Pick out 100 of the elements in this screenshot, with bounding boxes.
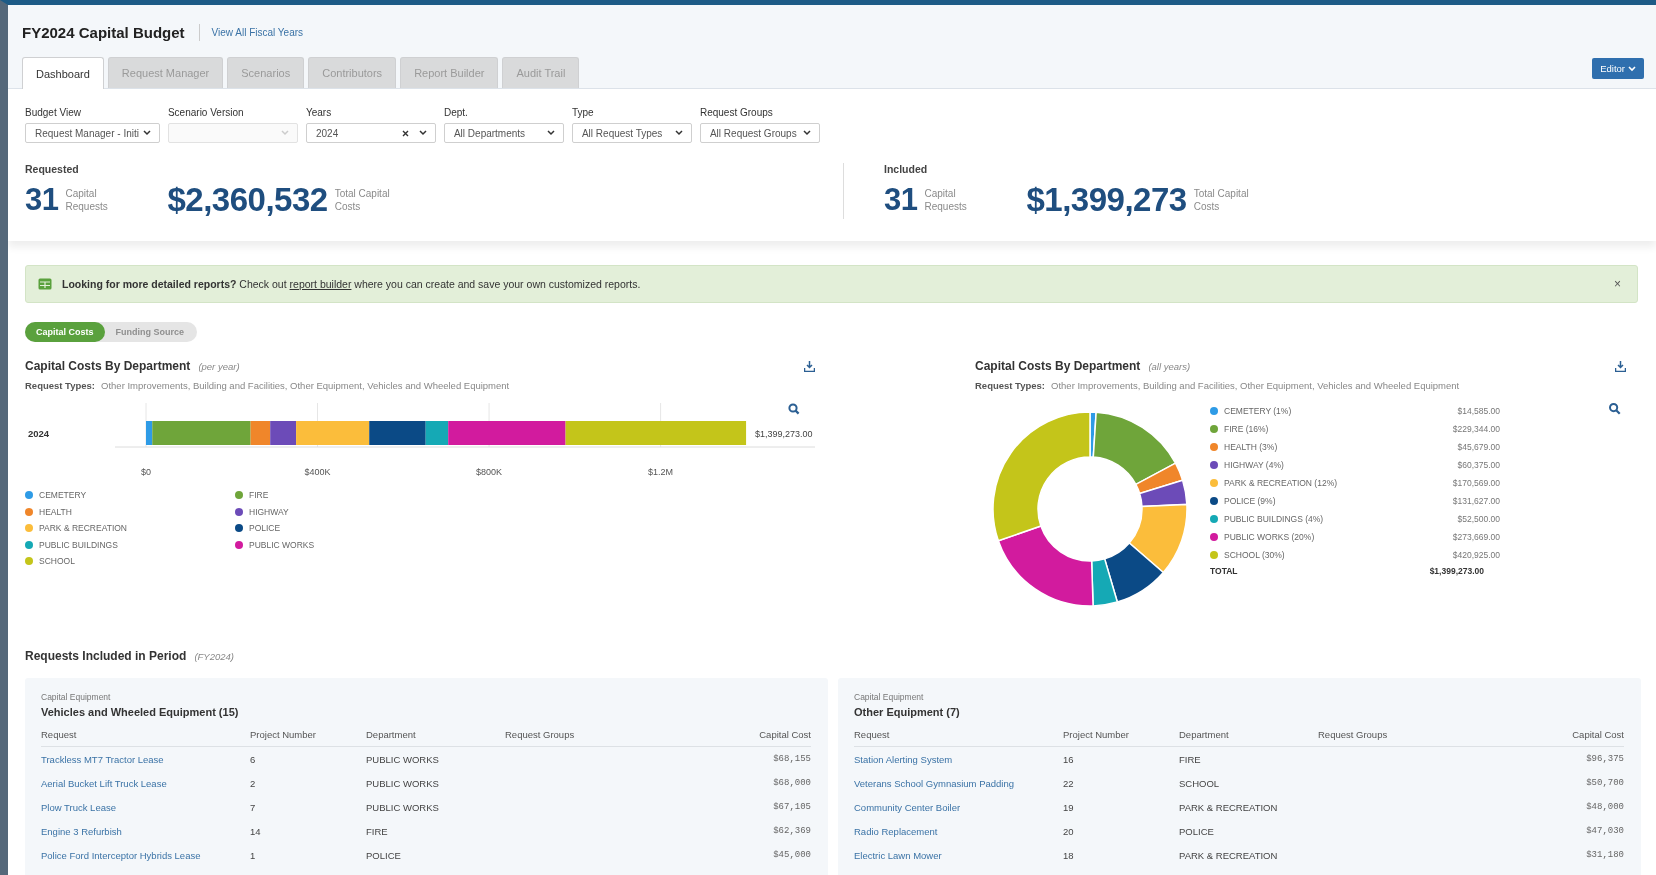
table-cell-text: $31,180 (1585, 850, 1624, 860)
download-icon[interactable] (804, 360, 815, 372)
column-header: Request (41, 728, 78, 740)
legend-label: CEMETERY (39, 490, 87, 501)
request-link[interactable]: Police Ford Interceptor Hybrids Lease (41, 849, 250, 861)
toggle-option[interactable]: Capital Costs (25, 322, 105, 342)
chart-title: Capital Costs By Department (25, 359, 191, 373)
request-link[interactable]: Electric Lawn Mower (854, 849, 1063, 861)
banner-text: Looking for more detailed reports? Check out report builder where you can create and save your own customized reports. (62, 278, 642, 290)
filter-label: Type (571, 107, 595, 118)
table-cell-text: $50,700 (1585, 778, 1624, 788)
search-icon[interactable] (788, 403, 800, 415)
legend-label: PARK & RECREATION (12%) (1224, 478, 1339, 488)
legend-label: POLICE (249, 523, 281, 534)
column-header: Capital Cost (1571, 728, 1624, 740)
types-value: Other Improvements, Building and Facilities, Other Equipment, Vehicles and Wheeled Equipment (101, 380, 510, 391)
table-category: Capital Equipment (41, 692, 112, 702)
legend-amount: $273,669.00 (1452, 532, 1500, 542)
table-cell-text: 16 (1063, 753, 1075, 765)
request-link[interactable]: Radio Replacement (854, 825, 1063, 837)
tab[interactable]: Dashboard (22, 57, 104, 89)
legend-amount: $14,585.00 (1457, 406, 1500, 416)
types-value: Other Improvements, Building and Facilities, Other Equipment, Vehicles and Wheeled Equipment (1051, 380, 1460, 391)
close-button[interactable]: × (1612, 277, 1623, 291)
table-cell-text: FIRE (366, 825, 389, 837)
table-cell-text: 2 (250, 777, 257, 789)
dropdown[interactable]: All Request Types (571, 123, 692, 143)
request-link[interactable]: Veterans School Gymnasium Padding (854, 777, 1063, 789)
tick-label: $400K (304, 467, 331, 477)
table-title: Other Equipment (7) (854, 706, 961, 718)
report-builder-link[interactable]: report builder (289, 278, 352, 290)
dropdown[interactable]: Request Manager - Initi (25, 123, 160, 143)
table-cell-text: 18 (1063, 849, 1075, 861)
table-cell-text: PUBLIC WORKS (366, 801, 440, 813)
dropdown[interactable]: 2024 (305, 123, 436, 143)
table-cell-text: POLICE (1179, 825, 1215, 837)
dropdown[interactable]: All Departments (443, 123, 564, 143)
legend-label: PUBLIC BUILDINGS (4%) (1224, 514, 1325, 524)
table-cell-text: $45,000 (772, 850, 811, 860)
chevron-icon (142, 130, 151, 136)
column-header: Project Number (1063, 728, 1130, 740)
legend-label: HIGHWAY (249, 506, 289, 517)
request-link[interactable]: Engine 3 Refurbish (41, 825, 250, 837)
table-cell-text: 20 (1063, 825, 1075, 837)
search-icon[interactable] (1609, 403, 1621, 415)
legend-label: HEALTH (3%) (1224, 442, 1279, 452)
section-qualifier: (FY2024) (194, 650, 234, 662)
chevron-icon (280, 130, 289, 136)
download-icon[interactable] (1615, 360, 1626, 372)
toggle-option[interactable]: Funding Source (104, 322, 195, 342)
table-cell-text: SCHOOL (1179, 777, 1221, 789)
table-icon (38, 278, 52, 290)
legend-amount: $60,375.00 (1457, 460, 1500, 470)
legend-label: SCHOOL (39, 556, 75, 567)
column-header: Department (1179, 728, 1230, 740)
filter-label: Years (305, 107, 333, 118)
request-count: 31 (884, 182, 918, 218)
request-link[interactable]: Community Center Boiler (854, 801, 1063, 813)
legend-label: SCHOOL (30%) (1224, 550, 1286, 560)
page-title: FY2024 Capital Budget (22, 23, 200, 41)
filter-label: Request Groups (699, 107, 774, 118)
column-header: Project Number (250, 728, 317, 740)
stat-heading: Requested (25, 163, 80, 175)
chevron-icon (1628, 65, 1636, 72)
chart-qualifier: (per year) (198, 360, 240, 372)
section-title: Requests Included in Period (25, 649, 187, 663)
table-cell-text: $96,375 (1585, 754, 1624, 764)
chevron-icon (546, 130, 555, 136)
table-cell-text: 22 (1063, 777, 1075, 789)
request-link[interactable]: Aerial Bucket Lift Truck Lease (41, 777, 250, 789)
dropdown[interactable]: All Request Groups (699, 123, 820, 143)
clear-icon[interactable] (401, 129, 409, 137)
editor-button[interactable]: Editor (1592, 58, 1644, 79)
types-label: Request Types: (975, 380, 1046, 391)
request-link[interactable]: Station Alerting System (854, 753, 1063, 765)
chart-qualifier: (all years) (1148, 360, 1191, 372)
tick-label: $800K (476, 467, 503, 477)
legend-label: CEMETERY (1%) (1224, 406, 1293, 416)
table-cell-text: PUBLIC WORKS (366, 753, 440, 765)
legend-amount: $420,925.00 (1452, 550, 1500, 560)
chevron-icon (674, 130, 683, 136)
legend-amount: $170,569.00 (1452, 478, 1500, 488)
total-amount: $1,399,273 (1026, 181, 1187, 219)
total-amount: $2,360,532 (167, 181, 328, 219)
table-cell-text: $48,000 (1585, 802, 1624, 812)
legend-label: POLICE (9%) (1224, 496, 1277, 506)
table-cell-text: $47,030 (1585, 826, 1624, 836)
request-count: 31 (25, 182, 59, 218)
table-cell-text: 6 (250, 753, 257, 765)
table-cell-text: 14 (250, 825, 262, 837)
table-cell-text: 19 (1063, 801, 1075, 813)
request-link[interactable]: Trackless MT7 Tractor Lease (41, 753, 250, 765)
column-header: Request Groups (1318, 728, 1389, 740)
request-link[interactable]: Plow Truck Lease (41, 801, 250, 813)
legend-label: FIRE (249, 490, 269, 501)
table-title: Vehicles and Wheeled Equipment (15) (41, 706, 240, 718)
fiscal-years-link[interactable]: View All Fiscal Years (211, 26, 304, 38)
table-cell-text: FIRE (1179, 753, 1202, 765)
table-cell-text: PUBLIC WORKS (366, 777, 440, 789)
legend-label: FIRE (16%) (1224, 424, 1270, 434)
